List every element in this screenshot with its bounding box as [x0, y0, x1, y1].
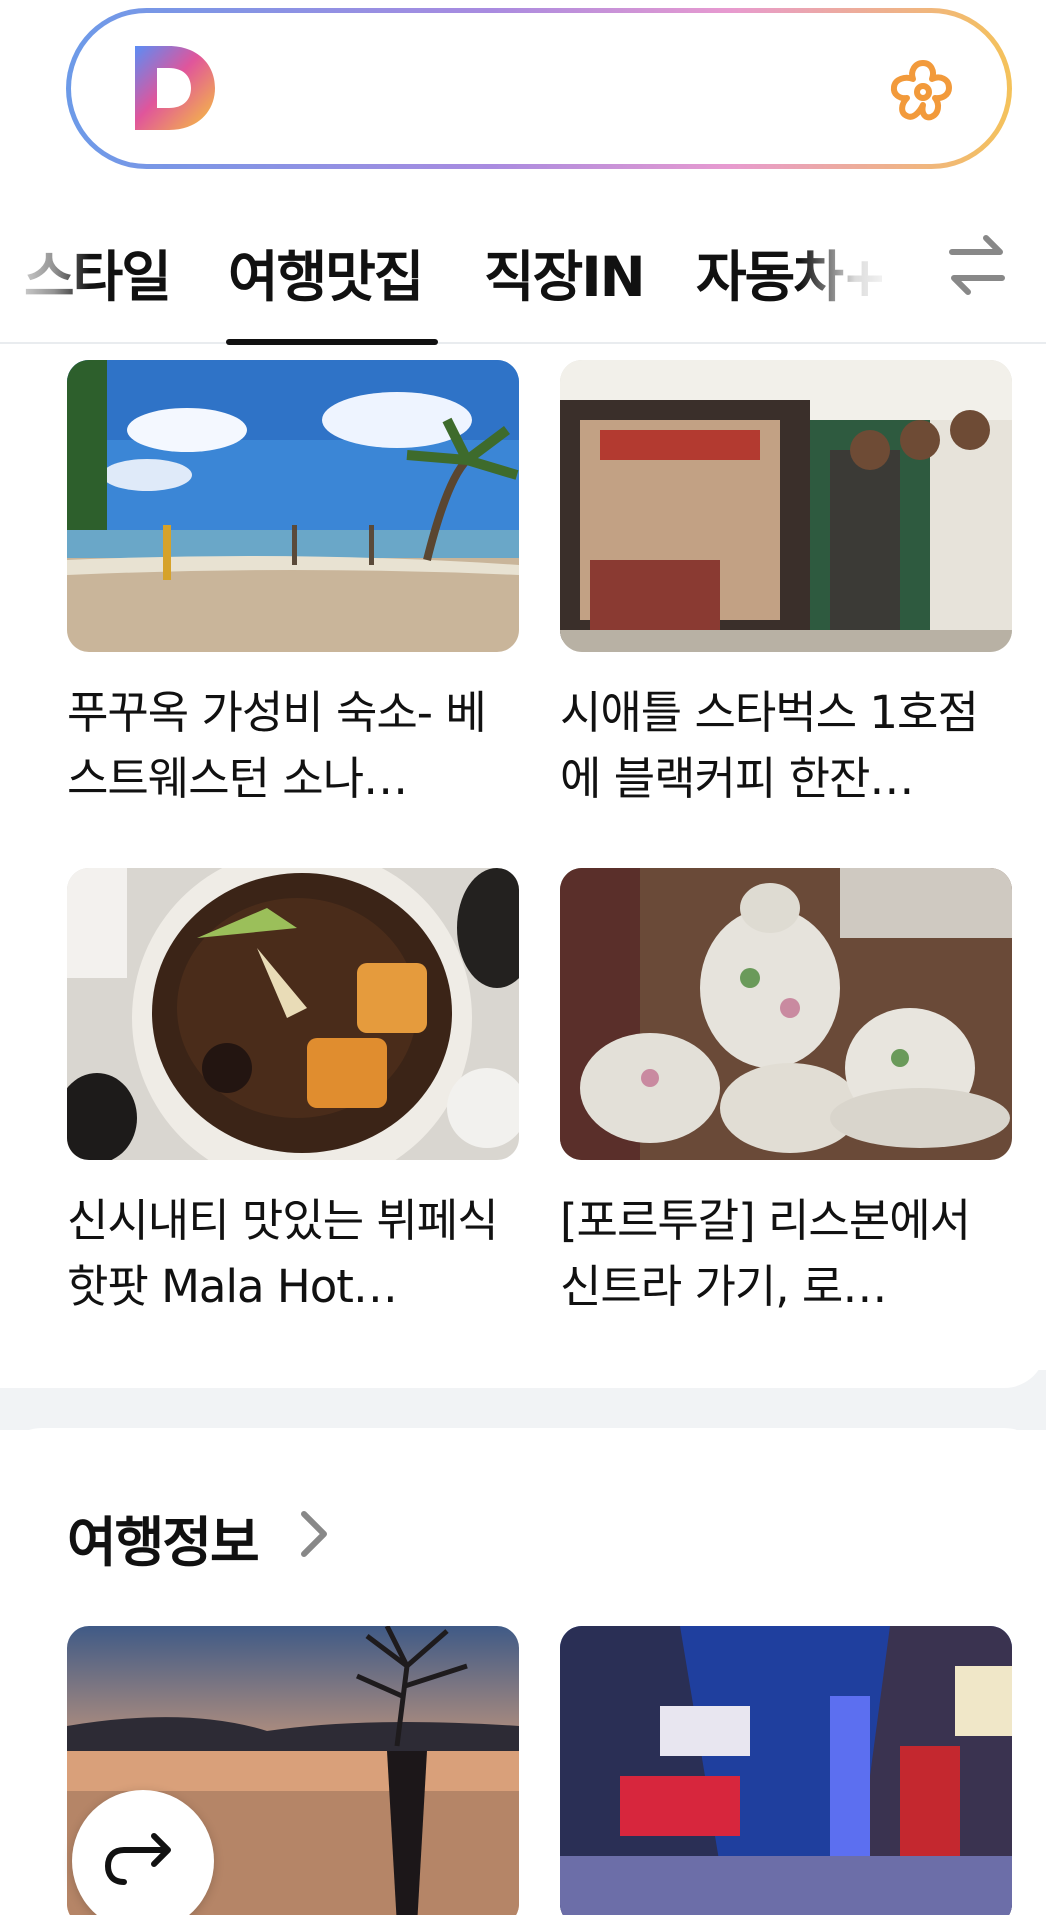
tab-work-in[interactable]: 직장IN — [484, 232, 646, 312]
card-title[interactable]: 시애틀 스타벅스 1호점에 블랙커피 한잔… — [560, 680, 1012, 812]
tab-travel-food[interactable]: 여행맛집 — [228, 232, 424, 312]
search-bar[interactable] — [66, 8, 1012, 169]
feed-card[interactable]: 시애틀 스타벅스 1호점에 블랙커피 한잔… — [560, 360, 1012, 812]
daum-logo — [135, 46, 215, 130]
travel-card[interactable] — [560, 1626, 1012, 1915]
feed-card[interactable]: 신시내티 맛있는 뷔페식 핫팟 Mala Hot… — [67, 868, 519, 1320]
starbucks-thumbnail — [560, 360, 1012, 652]
tab-fade-left — [0, 218, 90, 328]
search-bar-inner[interactable] — [71, 13, 1007, 164]
card-title[interactable]: 푸꾸옥 가성비 숙소- 베스트웨스턴 소나… — [67, 680, 519, 812]
feed-card[interactable]: 푸꾸옥 가성비 숙소- 베스트웨스턴 소나… — [67, 360, 519, 812]
teaset-thumbnail — [560, 868, 1012, 1160]
share-arrow-icon — [105, 1833, 171, 1885]
active-tab-indicator — [226, 339, 438, 345]
beach-thumbnail — [67, 360, 519, 652]
chevron-right-icon[interactable] — [296, 1508, 332, 1560]
section-title[interactable]: 여행정보 — [67, 1498, 260, 1577]
card-title[interactable]: [포르투갈] 리스본에서 신트라 가기, 로… — [560, 1188, 1012, 1320]
feed-section: 푸꾸옥 가성비 숙소- 베스트웨스턴 소나… 시애틀 스타벅스 1호점에 블랙커… — [0, 346, 1046, 1388]
feed-card[interactable]: [포르투갈] 리스본에서 신트라 가기, 로… — [560, 868, 1012, 1320]
times-square-thumbnail — [560, 1626, 1012, 1915]
hotpot-thumbnail — [67, 868, 519, 1160]
category-tabs: 스타일 여행맛집 직장IN 자동차+ — [0, 218, 1046, 345]
tab-fade-right — [800, 218, 900, 328]
flower-icon[interactable] — [885, 53, 961, 129]
card-title[interactable]: 신시내티 맛있는 뷔페식 핫팟 Mala Hot… — [67, 1188, 519, 1320]
swap-arrows-icon[interactable] — [946, 232, 1008, 298]
